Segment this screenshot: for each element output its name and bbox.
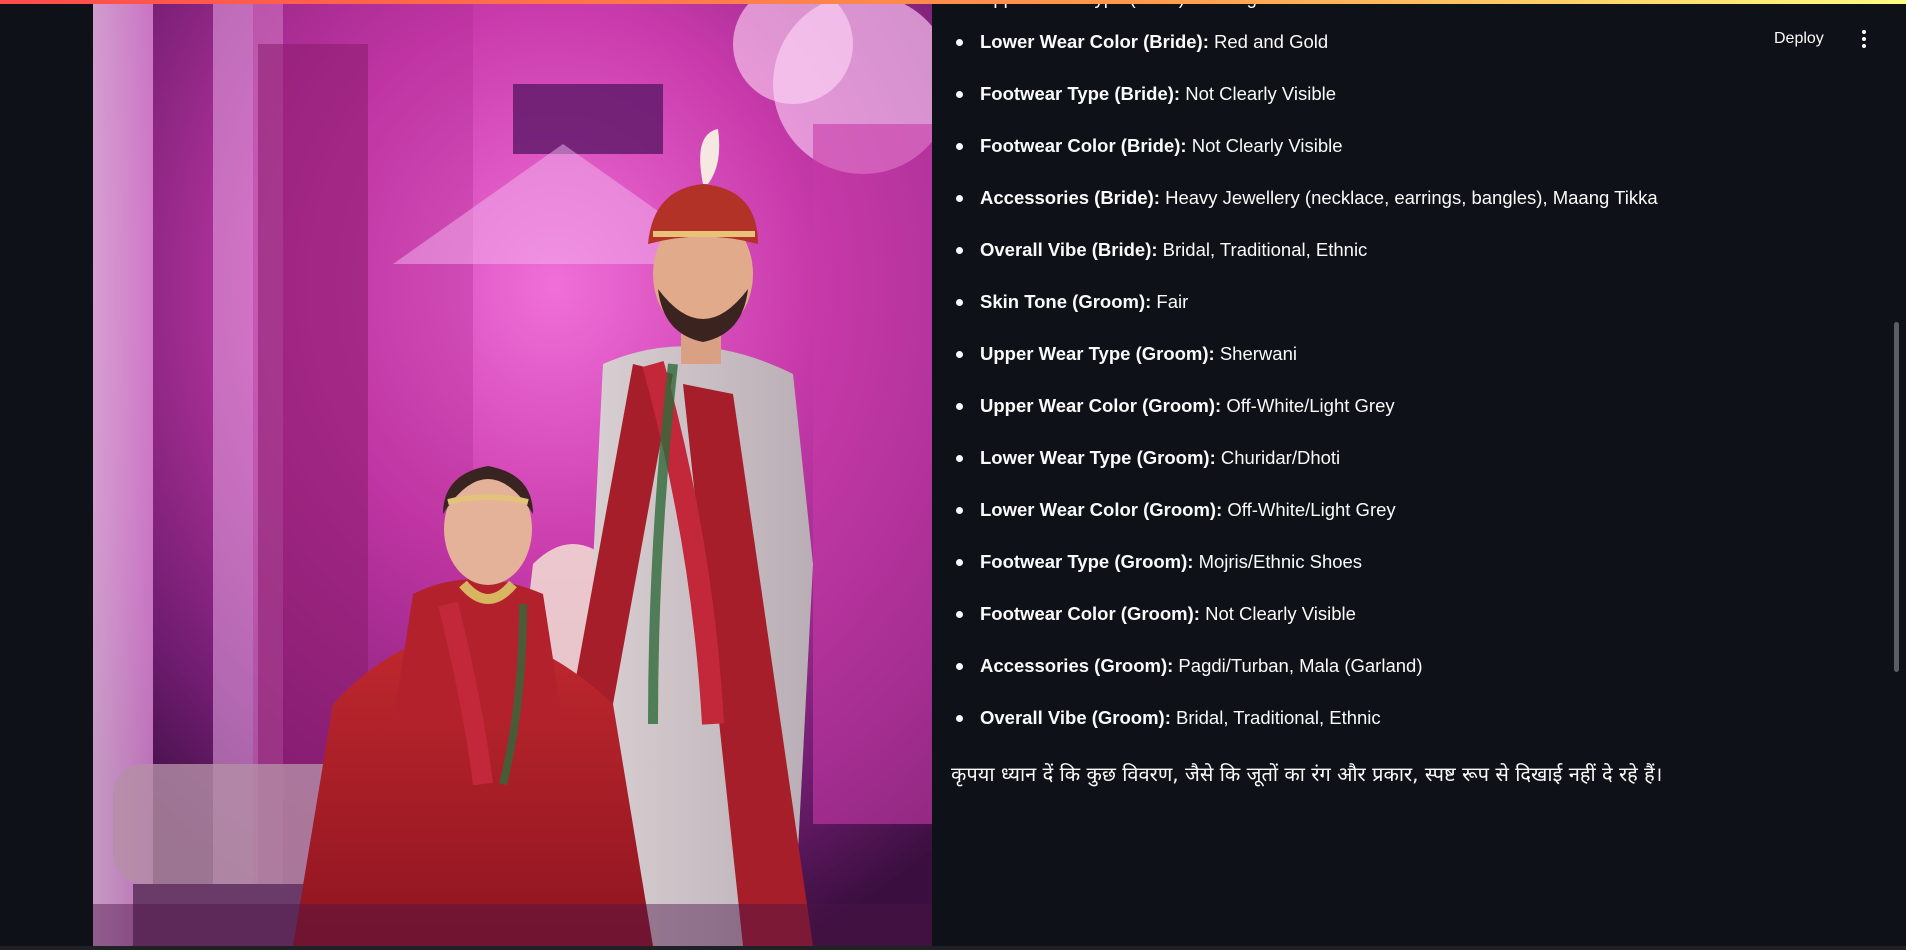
hindi-note-paragraph: कृपया ध्यान दें कि कुछ विवरण, जैसे कि जू… <box>951 762 1663 786</box>
app-root: Deploy Upper Wear Type (Bride): Lehenga … <box>0 0 1906 950</box>
list-item: Overall Vibe (Bride): Bridal, Traditiona… <box>950 238 1658 290</box>
attribute-key: Lower Wear Color (Bride): <box>980 31 1209 52</box>
list-item: Lower Wear Color (Groom): Off-White/Ligh… <box>950 498 1658 550</box>
attribute-value: Not Clearly Visible <box>1180 83 1337 104</box>
list-item: Accessories (Bride): Heavy Jewellery (ne… <box>950 186 1658 238</box>
attribute-key: Overall Vibe (Groom): <box>980 707 1171 728</box>
attribute-key: Accessories (Bride): <box>980 187 1160 208</box>
attribute-key: Footwear Color (Groom): <box>980 603 1200 624</box>
attribute-value: Not Clearly Visible <box>1199 603 1356 624</box>
attribute-key: Lower Wear Color (Groom): <box>980 499 1223 520</box>
menu-dot <box>1862 30 1866 34</box>
attribute-key: Footwear Type (Bride): <box>980 83 1181 104</box>
attribute-key: Skin Tone (Groom): <box>980 291 1152 312</box>
deploy-button[interactable]: Deploy <box>1762 22 1836 56</box>
attribute-value: Fair <box>1151 291 1189 312</box>
attribute-value: Not Clearly Visible <box>1186 135 1343 156</box>
window-bottom-edge <box>0 946 1906 950</box>
menu-dot <box>1862 37 1866 41</box>
attribute-value: Sherwani <box>1214 343 1297 364</box>
list-item: Lower Wear Color (Bride): Red and Gold <box>950 30 1658 82</box>
list-item: Footwear Color (Bride): Not Clearly Visi… <box>950 134 1658 186</box>
list-item: Lower Wear Type (Groom): Churidar/Dhoti <box>950 446 1658 498</box>
list-item: Footwear Color (Groom): Not Clearly Visi… <box>950 602 1658 654</box>
page-scrollbar-thumb[interactable] <box>1894 322 1899 672</box>
attribute-value: Off-White/Light Grey <box>1221 395 1395 416</box>
header-decoration-stripe <box>0 0 1906 4</box>
attribute-key: Footwear Type (Groom): <box>980 551 1194 572</box>
list-item: Upper Wear Type (Groom): Sherwani <box>950 342 1658 394</box>
attribute-value: Pagdi/Turban, Mala (Garland) <box>1173 655 1423 676</box>
attribute-key: Lower Wear Type (Groom): <box>980 447 1216 468</box>
list-item: Footwear Type (Groom): Mojris/Ethnic Sho… <box>950 550 1658 602</box>
attribute-key: Footwear Color (Bride): <box>980 135 1187 156</box>
attribute-value: Bridal, Traditional, Ethnic <box>1170 707 1381 728</box>
list-item: Footwear Type (Bride): Not Clearly Visib… <box>950 82 1658 134</box>
attribute-key: Overall Vibe (Bride): <box>980 239 1158 260</box>
attribute-value: Red and Gold <box>1208 31 1329 52</box>
main-menu-icon[interactable] <box>1852 22 1876 56</box>
attribute-key: Upper Wear Color (Groom): <box>980 395 1222 416</box>
attribute-value: Churidar/Dhoti <box>1215 447 1341 468</box>
attribute-value: Heavy Jewellery (necklace, earrings, ban… <box>1159 187 1658 208</box>
list-item: Overall Vibe (Groom): Bridal, Traditiona… <box>950 706 1658 758</box>
menu-dot <box>1862 44 1866 48</box>
attribute-key: Upper Wear Type (Groom): <box>980 343 1215 364</box>
uploaded-wedding-photo <box>93 4 932 946</box>
attribute-list: Lower Wear Color (Bride): Red and Gold F… <box>950 30 1658 758</box>
attribute-value: Off-White/Light Grey <box>1222 499 1396 520</box>
attribute-key: Accessories (Groom): <box>980 655 1174 676</box>
attribute-value: Mojris/Ethnic Shoes <box>1193 551 1363 572</box>
list-item: Skin Tone (Groom): Fair <box>950 290 1658 342</box>
list-item: Accessories (Groom): Pagdi/Turban, Mala … <box>950 654 1658 706</box>
attribute-value: Bridal, Traditional, Ethnic <box>1157 239 1368 260</box>
list-item: Upper Wear Color (Groom): Off-White/Ligh… <box>950 394 1658 446</box>
